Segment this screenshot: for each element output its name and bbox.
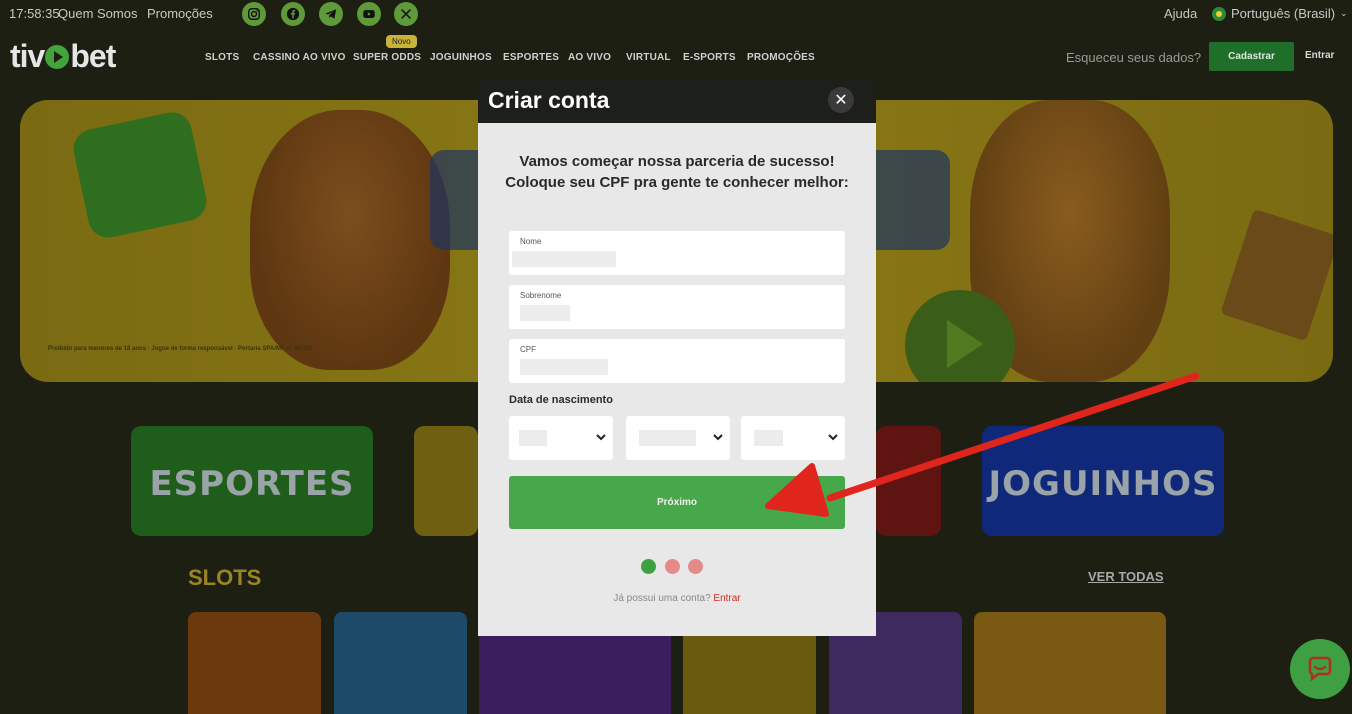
telegram-icon[interactable]: [319, 2, 343, 26]
novo-badge: Novo: [386, 35, 417, 48]
link-quem-somos[interactable]: Quem Somos: [58, 6, 137, 21]
tile-esportes[interactable]: ESPORTES: [131, 426, 373, 536]
tile-category-3[interactable]: [876, 426, 941, 536]
age-notice: Proibido para menores de 18 anos · Jogue…: [48, 346, 313, 352]
step-indicator-1: [641, 559, 656, 574]
have-account-text: Já possui uma conta?: [613, 593, 711, 604]
next-button[interactable]: Próximo: [509, 476, 845, 529]
nome-label: Nome: [520, 237, 542, 246]
sobrenome-label: Sobrenome: [520, 291, 562, 300]
dob-label: Data de nascimento: [509, 394, 613, 406]
brazil-flag-icon: [1212, 6, 1226, 21]
forgot-data-link[interactable]: Esqueceu seus dados?: [1066, 50, 1201, 65]
youtube-icon[interactable]: [357, 2, 381, 26]
redacted-value: [519, 430, 547, 446]
dob-year-select[interactable]: [741, 416, 845, 460]
redacted-value: [639, 430, 696, 446]
dob-month-select[interactable]: [626, 416, 730, 460]
language-selector[interactable]: Português (Brasil) ⌄: [1212, 6, 1348, 21]
facebook-icon[interactable]: [281, 2, 305, 26]
book-image: [1220, 208, 1333, 342]
step-indicator-2: [665, 559, 680, 574]
help-link[interactable]: Ajuda: [1164, 6, 1197, 21]
dice-image: [69, 108, 211, 242]
fortune-mouse-image: [250, 110, 450, 370]
tile-category-2[interactable]: [414, 426, 478, 536]
nav-esportes[interactable]: ESPORTES: [503, 52, 559, 63]
language-label: Português (Brasil): [1231, 6, 1336, 21]
game-card[interactable]: [334, 612, 467, 714]
cpf-input[interactable]: [520, 359, 830, 377]
redacted-value: [754, 430, 783, 446]
chevron-down-icon: [713, 434, 723, 441]
clock: 17:58:35: [9, 6, 60, 21]
game-card[interactable]: [188, 612, 321, 714]
cpf-label: CPF: [520, 345, 536, 354]
nav-e-sports[interactable]: E-SPORTS: [683, 52, 736, 63]
nav-super-odds[interactable]: SUPER ODDS: [353, 52, 421, 63]
tile-esportes-label: ESPORTES: [149, 464, 355, 504]
nav-promocoes[interactable]: PROMOÇÕES: [747, 52, 815, 63]
instagram-icon[interactable]: [242, 2, 266, 26]
register-button[interactable]: Cadastrar: [1209, 42, 1294, 71]
close-button[interactable]: ✕: [828, 87, 854, 113]
nav-slots[interactable]: SLOTS: [205, 52, 239, 63]
modal-header: Criar conta ✕: [478, 77, 876, 123]
game-card[interactable]: [974, 612, 1166, 714]
chevron-down-icon: [596, 434, 606, 441]
see-all-link[interactable]: VER TODAS: [1088, 569, 1164, 584]
have-account-line: Já possui uma conta? Entrar: [478, 593, 876, 604]
nome-field[interactable]: Nome: [509, 231, 845, 275]
step-indicator-3: [688, 559, 703, 574]
login-link[interactable]: Entrar: [713, 593, 740, 604]
slots-title: SLOTS: [188, 565, 262, 590]
tile-joguinhos[interactable]: JOGUINHOS: [982, 426, 1224, 536]
chevron-down-icon: ⌄: [1340, 8, 1348, 18]
nav-cassino-ao-vivo[interactable]: CASSINO AO VIVO: [253, 52, 346, 63]
create-account-modal: Criar conta ✕ Vamos começar nossa parcer…: [478, 77, 876, 636]
login-button[interactable]: Entrar: [1305, 50, 1334, 61]
nav-ao-vivo[interactable]: AO VIVO: [568, 52, 611, 63]
nav-joguinhos[interactable]: JOGUINHOS: [430, 52, 492, 63]
tivobet-logo[interactable]: tiv bet: [10, 38, 116, 75]
close-icon: ✕: [834, 92, 848, 109]
top-bar: 17:58:35 Quem Somos Promoções Ajuda Port…: [0, 0, 1352, 28]
chat-bubble-icon: [1308, 656, 1332, 682]
nome-input[interactable]: [520, 251, 830, 269]
link-promocoes[interactable]: Promoções: [147, 6, 213, 21]
sobrenome-field[interactable]: Sobrenome: [509, 285, 845, 329]
chat-button[interactable]: [1290, 639, 1350, 699]
modal-intro-text: Vamos começar nossa parceria de sucesso!…: [505, 153, 849, 191]
tile-joguinhos-label: JOGUINHOS: [988, 464, 1218, 504]
x-icon[interactable]: [394, 2, 418, 26]
modal-title: Criar conta: [488, 87, 610, 113]
nav-virtual[interactable]: VIRTUAL: [626, 52, 671, 63]
chevron-down-icon: [828, 434, 838, 441]
cpf-field[interactable]: CPF: [509, 339, 845, 383]
play-logo-icon: [45, 44, 70, 69]
main-header: tiv bet SLOTS CASSINO AO VIVO SUPER ODDS…: [0, 28, 1352, 84]
sobrenome-input[interactable]: [520, 305, 830, 323]
dob-day-select[interactable]: [509, 416, 613, 460]
